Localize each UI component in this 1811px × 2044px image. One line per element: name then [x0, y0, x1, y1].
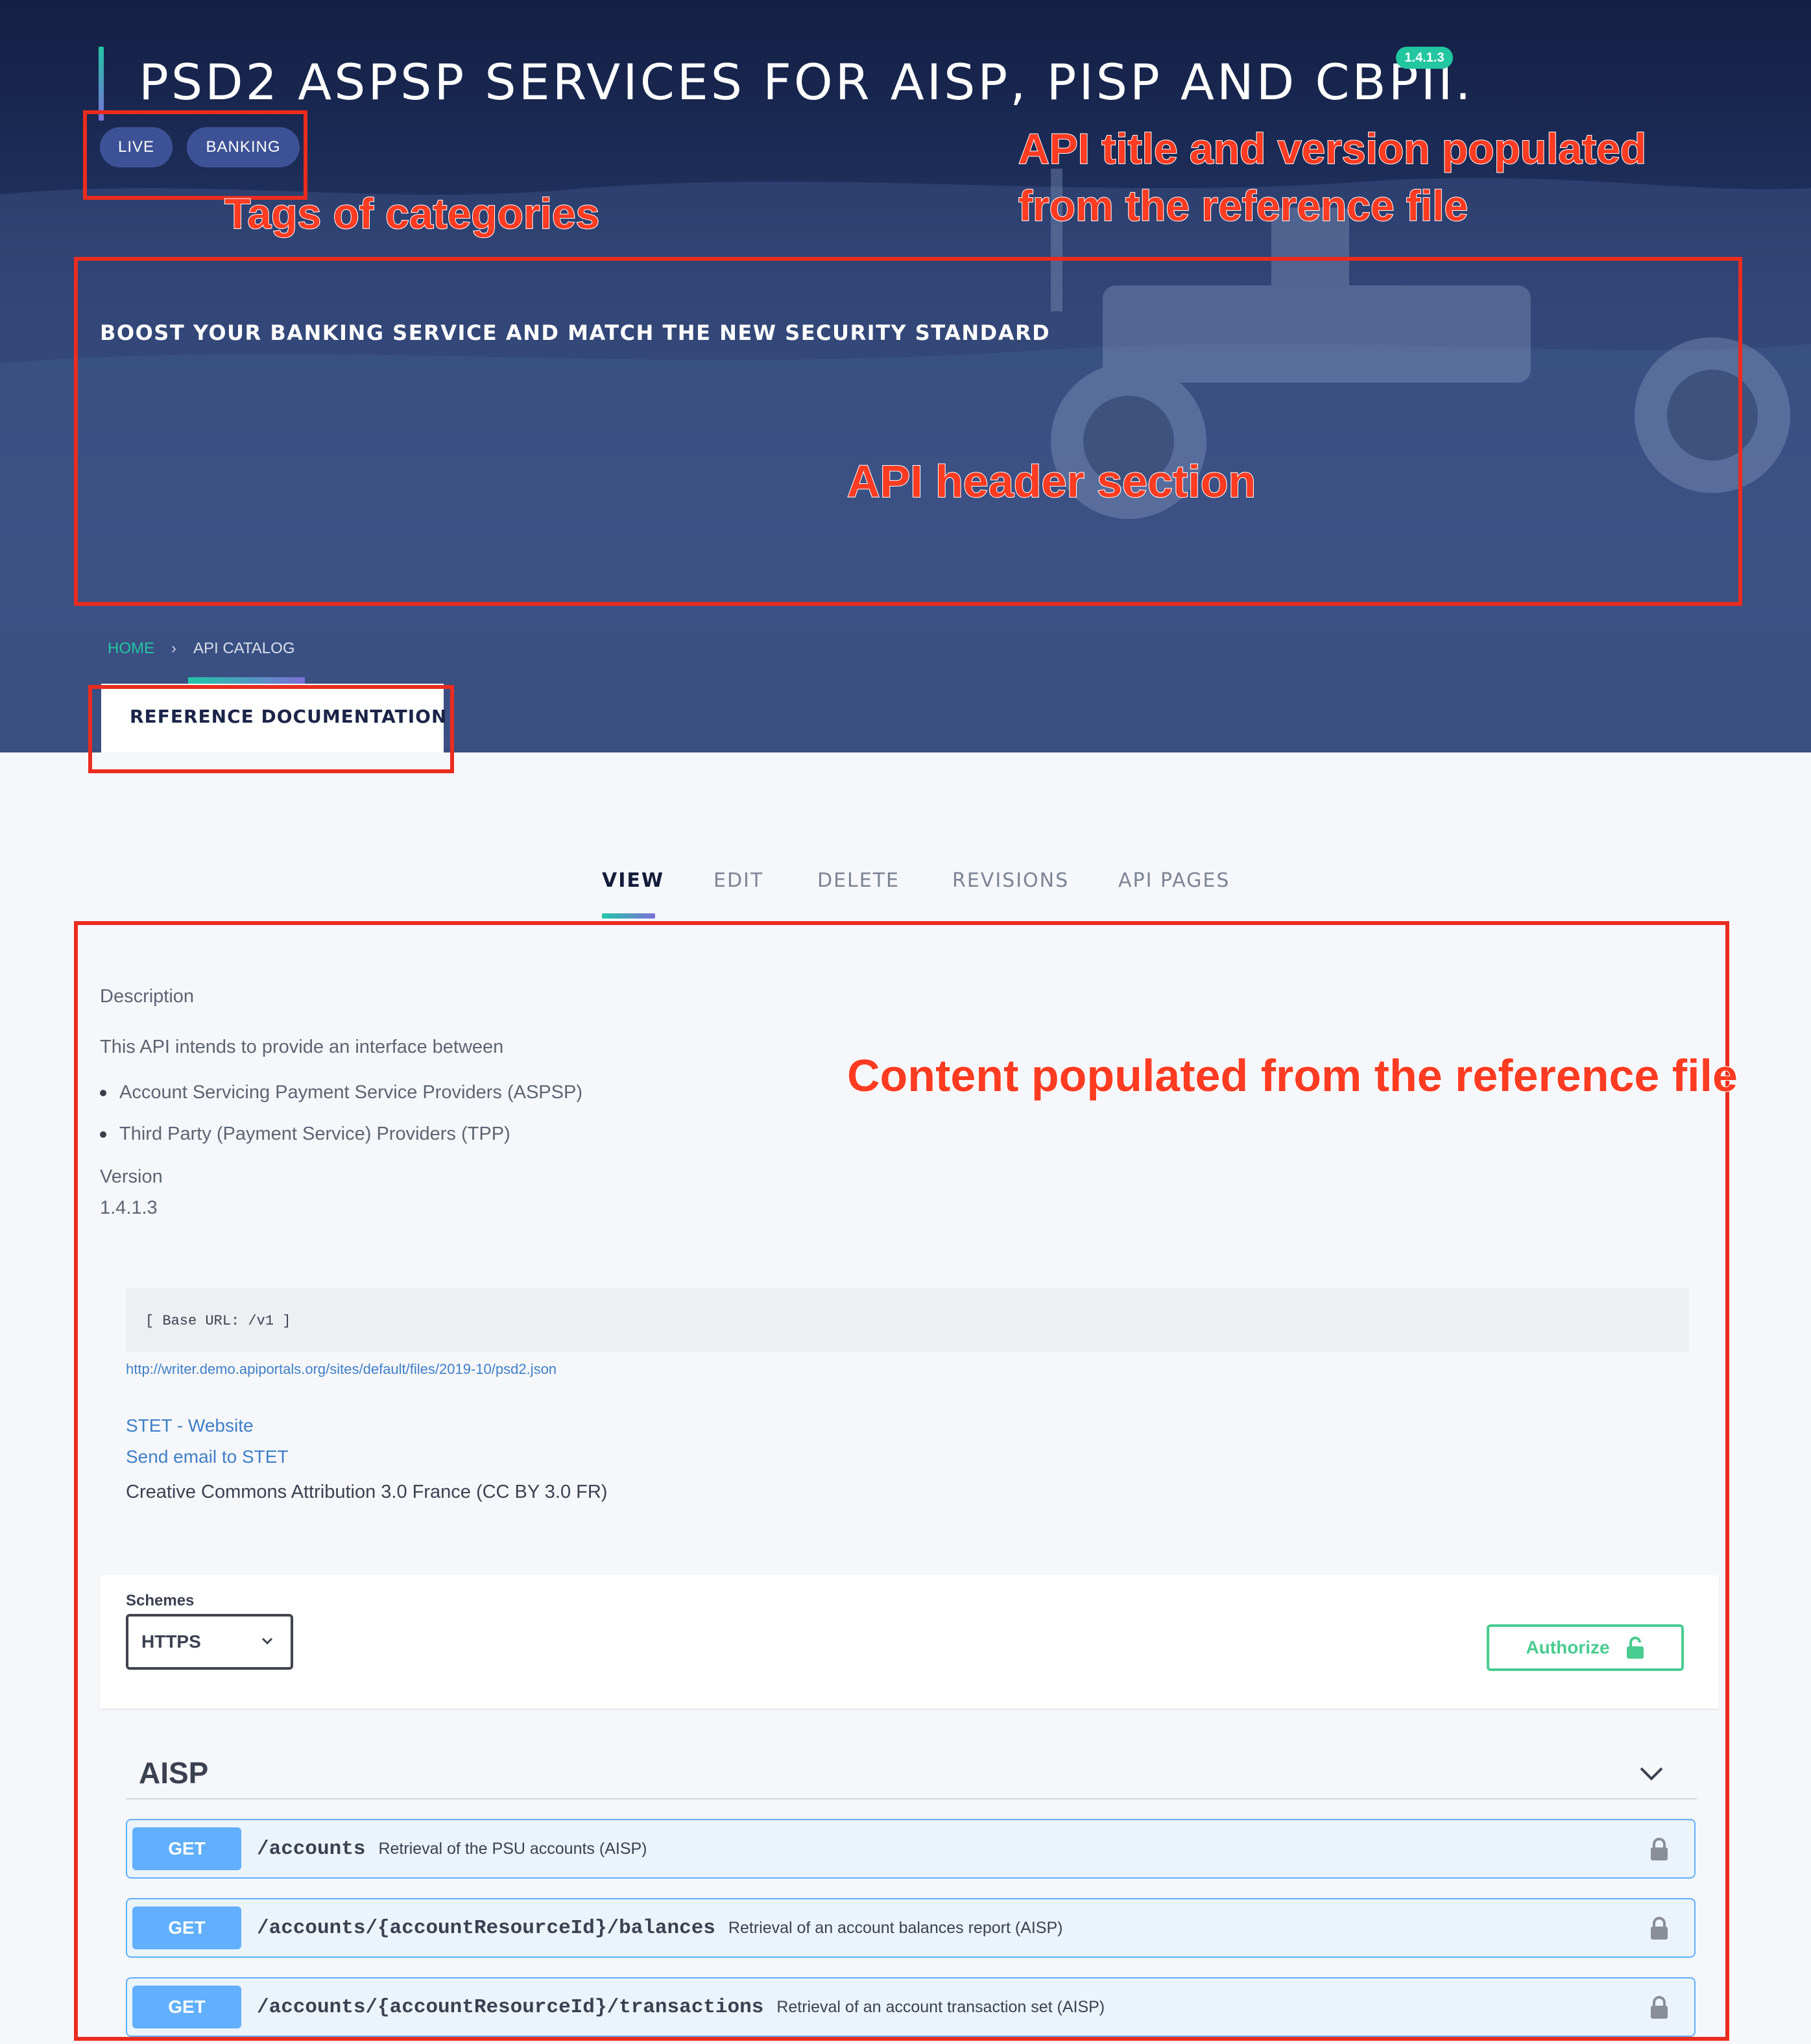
annotation-label-tags: Tags of categories — [224, 189, 600, 238]
annotation-label-title-line2: from the reference file — [1018, 181, 1469, 230]
tab-api-pages[interactable]: API PAGES — [1118, 869, 1230, 892]
tab-view[interactable]: VIEW — [602, 869, 664, 892]
breadcrumb-home-link[interactable]: HOME — [108, 640, 154, 658]
annotation-box-tags — [83, 110, 307, 200]
tab-delete[interactable]: DELETE — [817, 869, 900, 892]
page-tabs: VIEW EDIT DELETE REVISIONS API PAGES — [0, 863, 1811, 921]
tab-accent-bar — [188, 677, 305, 684]
tab-revisions[interactable]: REVISIONS — [952, 869, 1069, 892]
annotation-label-content: Content populated from the reference fil… — [846, 1050, 1738, 1101]
breadcrumb: HOME › API CATALOG — [108, 640, 294, 658]
chevron-right-icon: › — [171, 640, 176, 657]
api-title: PSD2 ASPSP SERVICES FOR AISP, PISP AND C… — [139, 53, 1474, 111]
title-accent-bar — [99, 47, 104, 121]
annotation-label-header: API header section — [846, 455, 1256, 507]
tab-edit[interactable]: EDIT — [714, 869, 763, 892]
active-tab-indicator — [602, 913, 655, 919]
breadcrumb-current: API CATALOG — [193, 640, 295, 657]
annotation-box-reference-tab — [88, 685, 454, 773]
annotation-label-title-line1: API title and version populated — [1018, 124, 1647, 173]
version-badge: 1.4.1.3 — [1396, 47, 1453, 69]
annotation-box-header — [74, 257, 1742, 606]
